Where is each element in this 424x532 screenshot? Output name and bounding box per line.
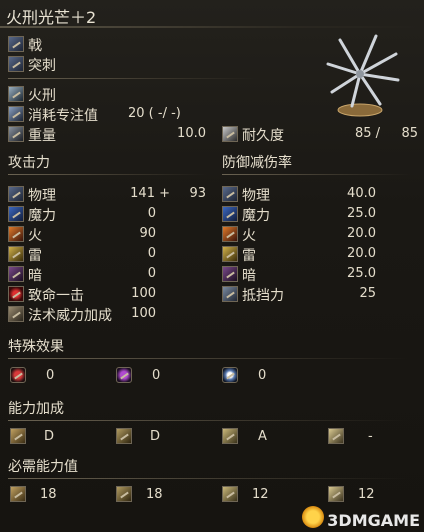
defense-row-value: 20.0 [347,226,376,241]
divider [8,420,408,421]
attack-row-bonus: 93 [189,186,206,201]
critical-icon [8,286,24,302]
item-status-panel: 火刑光芒＋2 戟 突刺 火刑 消耗专注值 20 ( -/ -) 重量 10.0 … [0,0,424,532]
defense-row-label: 暗 [242,268,256,284]
intelligence-icon [222,428,238,444]
faith-scaling: - [368,429,373,444]
divider [8,78,258,79]
magic-defense-icon [222,206,238,222]
weapon-image [326,34,400,117]
dark-attack-icon [8,266,24,282]
lightning-defense-icon [222,246,238,262]
special-effects-heading: 特殊效果 [8,339,64,355]
stability-icon [222,286,238,302]
weight-icon [8,126,24,142]
divider [8,358,408,359]
faith-icon [328,486,344,502]
dexterity-icon [116,428,132,444]
attack-row-value: 0 [147,206,156,221]
strength-scaling: D [44,429,55,444]
weapon-name: 火刑光芒＋2 [6,8,97,27]
defense-row-label: 抵挡力 [242,288,284,304]
frost-value: 0 [258,368,267,383]
attack-row-value: 0 [147,246,156,261]
attack-row-value: 0 [147,266,156,281]
durability-current: 85 / [354,126,380,141]
defense-row-value: 25.0 [347,206,376,221]
attack-row-label: 物理 [28,188,56,204]
defense-row-value: 20.0 [347,246,376,261]
skill-icon [8,86,24,102]
title-divider [0,26,424,28]
bleed-icon [10,367,26,383]
requirements-heading: 必需能力值 [8,459,78,475]
frost-icon [222,367,238,383]
weapon-type-icon [8,36,24,52]
attack-row-value: 100 [131,286,156,301]
intelligence-scaling: A [258,429,267,444]
faith-icon [328,428,344,444]
physical-defense-icon [222,186,238,202]
attack-row-label: 魔力 [28,208,56,224]
attack-heading: 攻击力 [8,155,50,171]
defense-row-label: 雷 [242,248,256,264]
dexterity-scaling: D [150,429,161,444]
divider [8,478,408,479]
scaling-heading: 能力加成 [8,401,64,417]
bleed-value: 0 [46,368,55,383]
defense-heading: 防御减伤率 [222,155,292,171]
fire-attack-icon [8,226,24,242]
durability-icon [222,126,238,142]
attack-row-label: 火 [28,228,42,244]
divider [222,174,412,175]
lightning-attack-icon [8,246,24,262]
physical-attack-icon [8,186,24,202]
intelligence-requirement: 12 [252,487,269,502]
dexterity-requirement: 18 [146,487,163,502]
attack-row-label: 致命一击 [28,288,84,304]
watermark: 3DMGAME [327,511,420,530]
attack-row-value: 141 + [130,186,170,201]
attack-row-label: 暗 [28,268,42,284]
strength-icon [10,428,26,444]
fp-cost-label: 消耗专注值 [28,108,98,124]
faith-requirement: 12 [358,487,375,502]
intelligence-icon [222,486,238,502]
fp-cost-value: 20 ( -/ -) [128,106,181,121]
defense-row-label: 魔力 [242,208,270,224]
defense-row-label: 物理 [242,188,270,204]
attack-row-value: 100 [131,306,156,321]
defense-row-value: 40.0 [347,186,376,201]
divider [8,174,208,175]
attack-type: 突刺 [28,58,56,74]
defense-row-value: 25.0 [347,266,376,281]
weight-label: 重量 [28,128,56,144]
strength-icon [10,486,26,502]
defense-row-label: 火 [242,228,256,244]
durability-label: 耐久度 [242,128,284,144]
poison-icon [116,367,132,383]
poison-value: 0 [152,368,161,383]
magic-attack-icon [8,206,24,222]
weapon-type: 戟 [28,38,42,54]
strength-requirement: 18 [40,487,57,502]
fp-icon [8,106,24,122]
weight-value: 10.0 [177,126,206,141]
dark-defense-icon [222,266,238,282]
attack-type-icon [8,56,24,72]
spell-buff-icon [8,306,24,322]
durability-max: 85 [401,126,418,141]
attack-row-label: 雷 [28,248,42,264]
fire-defense-icon [222,226,238,242]
attack-row-value: 90 [139,226,156,241]
watermark-logo [302,506,324,528]
defense-row-value: 25 [359,286,376,301]
dexterity-icon [116,486,132,502]
skill-name: 火刑 [28,88,56,104]
